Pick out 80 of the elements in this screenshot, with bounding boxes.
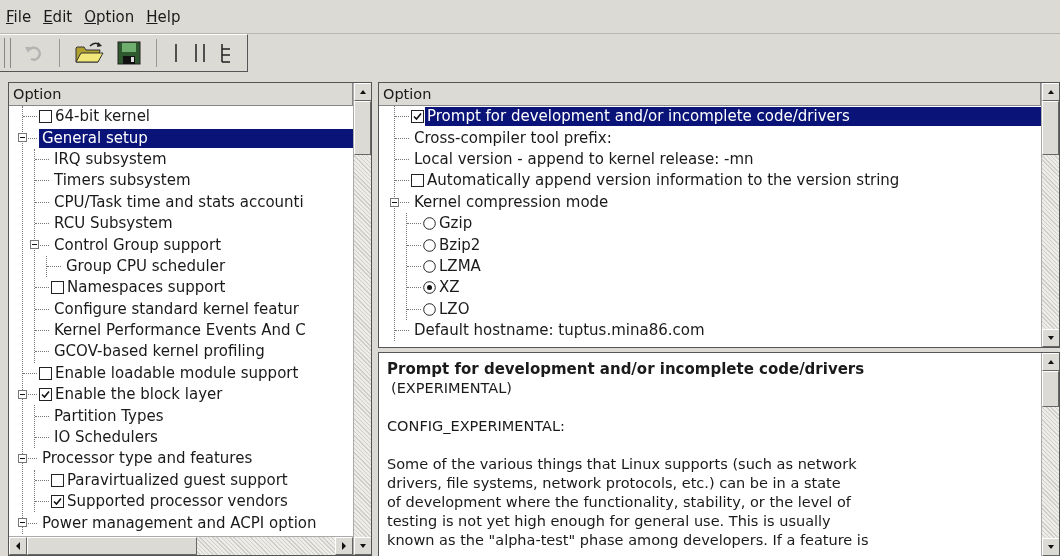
scroll-arrow-button[interactable] — [1042, 329, 1059, 347]
tree-item[interactable]: Configure standard kernel featur — [51, 299, 301, 319]
toolbar-grip[interactable] — [4, 38, 11, 68]
tree-item[interactable]: Namespaces support — [65, 278, 228, 298]
help-subtitle: (EXPERIMENTAL) — [390, 379, 513, 398]
menu-item[interactable]: File — [0, 5, 38, 28]
scroll-arrow-button[interactable] — [1042, 538, 1059, 556]
tree-item[interactable]: IO Schedulers — [51, 428, 160, 448]
scrollbar[interactable] — [9, 536, 353, 555]
tree-item[interactable]: Cross-compiler tool prefix: — [411, 128, 614, 148]
tree-item[interactable]: Kernel Performance Events And C — [51, 321, 308, 341]
collapse-icon[interactable] — [18, 454, 27, 464]
tree-item[interactable]: Prompt for development and/or incomplete code/drivers — [425, 107, 1041, 127]
scrollbar-thumb[interactable] — [354, 101, 371, 155]
tree-item[interactable]: RCU Subsystem — [51, 214, 175, 234]
tree-item[interactable]: Automatically append version information to the version string — [425, 171, 902, 191]
tree-item[interactable]: CPU/Task time and stats accounti — [51, 192, 306, 212]
tree-item[interactable]: Supported processor vendors — [65, 492, 290, 512]
tree-item[interactable]: Bzip2 — [437, 235, 483, 255]
menu-item[interactable]: Option — [78, 5, 141, 28]
collapse-icon[interactable] — [18, 390, 27, 400]
scrollbar-thumb[interactable] — [27, 537, 197, 555]
tree-item[interactable]: General setup — [39, 128, 353, 148]
help-text: Some of the various things that Linux supports (such as network drivers, file systems, network protocols, etc.) can be in a state of development where the functionality, stability, or the level of testing is not yet high enough for general use. This is usually known as the "alpha-test" phase among developers. If a feature is — [387, 455, 870, 550]
radio-button[interactable] — [423, 217, 436, 231]
tree-item[interactable]: Local version - append to kernel release: -mn — [411, 149, 756, 169]
scrollbar-thumb[interactable] — [1042, 371, 1059, 407]
scroll-arrow-button[interactable] — [1042, 83, 1059, 101]
tree-item[interactable]: LZMA — [437, 256, 483, 276]
column-header[interactable]: Option — [379, 83, 1041, 106]
tree-item[interactable]: 64-bit kernel — [53, 107, 153, 127]
radio-button[interactable] — [423, 259, 436, 273]
scroll-arrow-button[interactable] — [335, 537, 353, 555]
checkbox[interactable] — [39, 388, 52, 402]
tree-item[interactable]: Kernel compression mode — [411, 192, 611, 212]
scroll-arrow-button[interactable] — [354, 83, 371, 101]
checkbox[interactable] — [39, 110, 52, 124]
checkbox[interactable] — [51, 281, 64, 295]
tree-item[interactable]: Gzip — [437, 214, 475, 234]
tree-view-icon — [219, 41, 233, 65]
collapse-icon[interactable] — [18, 133, 27, 143]
collapse-icon[interactable] — [390, 197, 399, 207]
radio-button[interactable] — [423, 281, 436, 295]
collapse-icon[interactable] — [18, 518, 27, 528]
tree-item[interactable]: Processor type and features — [39, 449, 255, 469]
checkbox[interactable] — [411, 110, 424, 124]
menu-item[interactable]: Edit — [37, 5, 79, 28]
tree-item[interactable]: Group CPU scheduler — [63, 256, 228, 276]
tree-item[interactable]: Enable the block layer — [53, 385, 225, 405]
scrollbar[interactable] — [1041, 83, 1059, 347]
scrollbar-thumb[interactable] — [1042, 101, 1059, 155]
radio-button[interactable] — [423, 302, 436, 316]
scrollbar[interactable] — [353, 83, 371, 555]
tree-item[interactable]: GCOV-based kernel profiling — [51, 342, 267, 362]
config-symbol: CONFIG_EXPERIMENTAL: — [387, 417, 566, 436]
column-header[interactable]: Option — [9, 83, 353, 106]
menu-item[interactable]: Help — [140, 5, 187, 28]
tree-item[interactable]: XZ — [437, 278, 462, 298]
two-pane-icon — [193, 41, 207, 65]
collapse-icon[interactable] — [30, 240, 39, 250]
scroll-arrow-button[interactable] — [1042, 353, 1059, 371]
tree-item[interactable]: Power management and ACPI option — [39, 513, 319, 533]
tree-item[interactable]: Default hostname: tuptus.mina86.com — [411, 321, 707, 341]
tree-item[interactable]: Partition Types — [51, 406, 166, 426]
tree-item[interactable]: Enable loadable module support — [53, 363, 301, 383]
scroll-arrow-button[interactable] — [354, 537, 371, 555]
folder-icon — [74, 40, 104, 66]
scroll-arrow-button[interactable] — [9, 537, 27, 555]
tree-item[interactable]: LZO — [437, 299, 472, 319]
tree-item[interactable]: Timers subsystem — [51, 171, 193, 191]
checkbox[interactable] — [39, 366, 52, 380]
scrollbar[interactable] — [1041, 353, 1059, 556]
checkbox[interactable] — [51, 473, 64, 487]
help-title: Prompt for development and/or incomplete code/drivers — [387, 359, 866, 379]
tree-item[interactable]: Control Group support — [51, 235, 223, 255]
checkbox[interactable] — [51, 495, 64, 509]
radio-button[interactable] — [423, 238, 436, 252]
tree-item[interactable]: IRQ subsystem — [51, 149, 169, 169]
tree-item[interactable]: Paravirtualized guest support — [65, 470, 290, 490]
checkbox[interactable] — [411, 174, 424, 188]
